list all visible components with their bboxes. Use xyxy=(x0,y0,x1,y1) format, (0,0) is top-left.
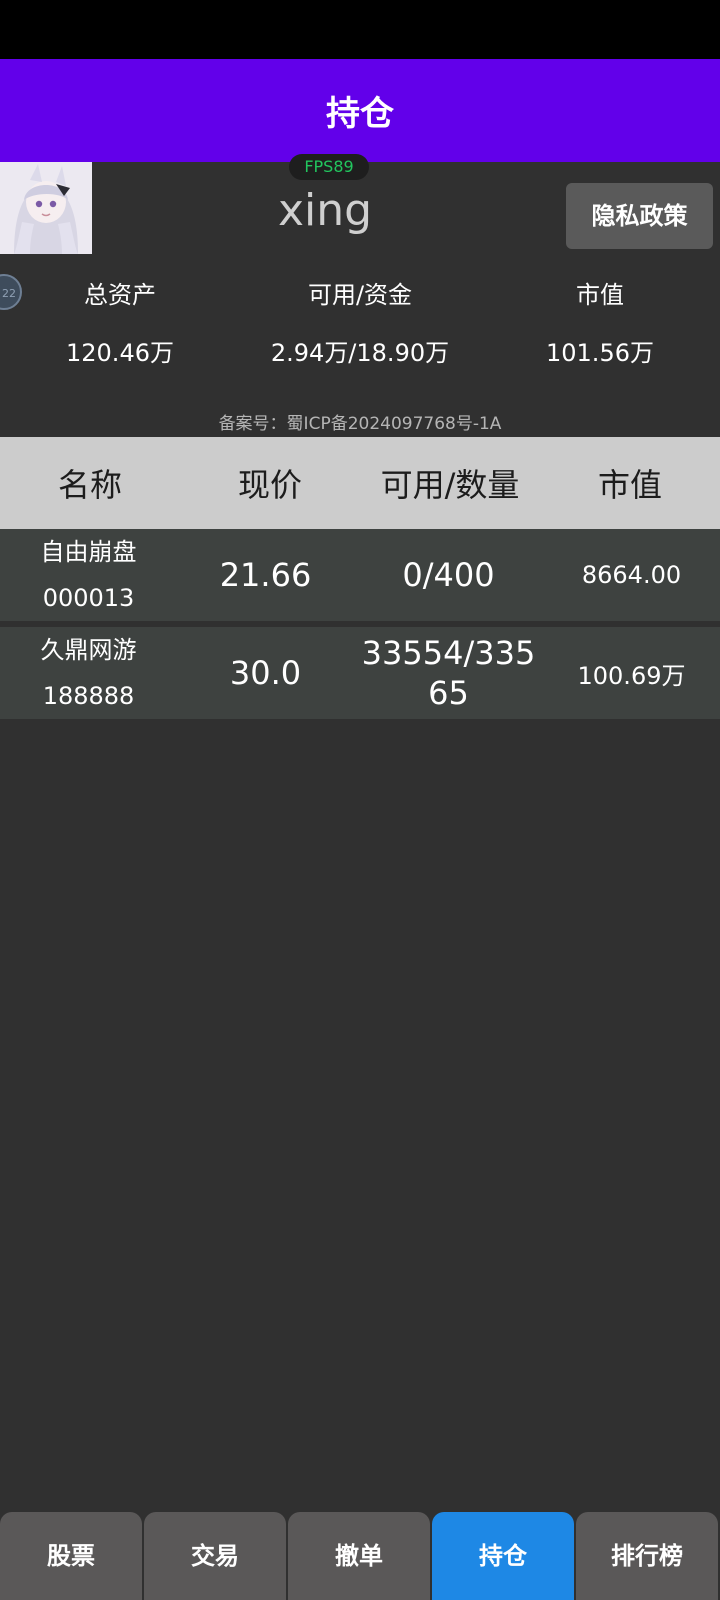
table-row[interactable]: 久鼎网游 188888 30.0 33554/33565 100.69万 xyxy=(0,627,720,719)
stock-code: 000013 xyxy=(42,584,135,612)
icp-record: 备案号：蜀ICP备2024097768号-1A xyxy=(218,414,502,434)
tab-cancel-order[interactable]: 撤单 xyxy=(288,1512,430,1600)
username: xing xyxy=(277,185,373,236)
bottom-tab-bar: 股票 交易 撤单 持仓 排行榜 xyxy=(0,1512,720,1600)
avatar[interactable] xyxy=(0,162,92,254)
stock-price: 30.0 xyxy=(229,654,302,692)
available-funds-label: 可用/资金 xyxy=(307,281,413,309)
market-value-value: 101.56万 xyxy=(546,339,654,367)
tab-leaderboard[interactable]: 排行榜 xyxy=(576,1512,718,1600)
available-funds-value: 2.94万/18.90万 xyxy=(270,339,450,367)
holdings-table-header: 名称 现价 可用/数量 市值 xyxy=(0,437,720,529)
fps-badge: FPS89 xyxy=(289,154,369,180)
title-bar: 持仓 xyxy=(0,59,720,162)
avatar-image xyxy=(0,162,92,254)
header-name: 名称 xyxy=(57,466,122,504)
status-bar xyxy=(0,0,720,59)
stock-name-cell: 久鼎网游 188888 xyxy=(0,627,177,719)
total-assets-value: 120.46万 xyxy=(66,339,174,367)
header-quantity: 可用/数量 xyxy=(380,466,520,504)
stock-quantity: 0/400 xyxy=(402,556,495,594)
page-title: 持仓 xyxy=(326,94,394,134)
market-value-label: 市值 xyxy=(576,281,624,309)
stock-name-cell: 自由崩盘 000013 xyxy=(0,529,177,621)
total-assets-label: 总资产 xyxy=(84,281,156,309)
stock-name: 久鼎网游 xyxy=(40,636,137,664)
stock-price: 21.66 xyxy=(219,556,312,594)
stock-quantity: 33554/33565 xyxy=(361,634,536,712)
tab-stocks[interactable]: 股票 xyxy=(0,1512,142,1600)
stock-market-value: 8664.00 xyxy=(581,561,682,589)
tab-holdings[interactable]: 持仓 xyxy=(432,1512,574,1600)
header-price: 现价 xyxy=(237,466,302,504)
stock-code: 188888 xyxy=(42,682,135,710)
stock-name: 自由崩盘 xyxy=(40,538,137,566)
tab-trade[interactable]: 交易 xyxy=(144,1512,286,1600)
table-row[interactable]: 自由崩盘 000013 21.66 0/400 8664.00 xyxy=(0,529,720,621)
privacy-policy-button[interactable]: 隐私政策 xyxy=(566,183,713,249)
stock-market-value: 100.69万 xyxy=(577,661,686,690)
header-market-value: 市值 xyxy=(597,466,662,504)
